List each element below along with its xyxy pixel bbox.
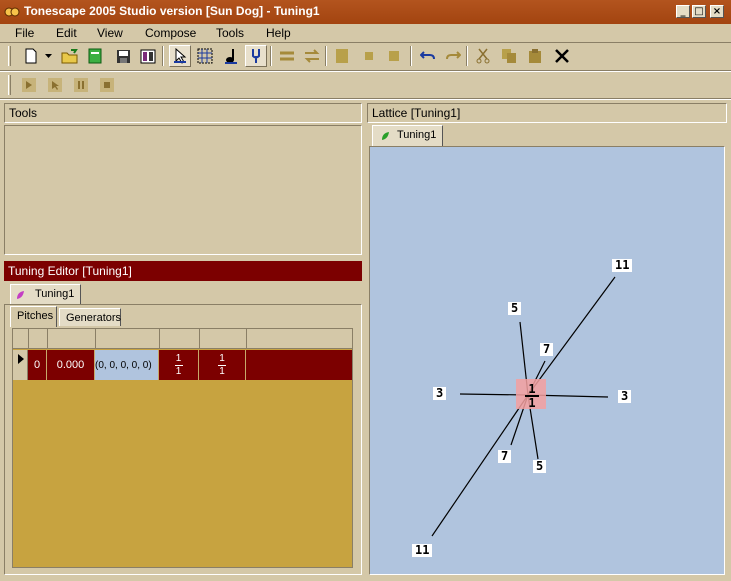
copy-icon[interactable]	[498, 45, 520, 67]
toolbar-separator	[162, 46, 164, 66]
menu-edit[interactable]: Edit	[56, 26, 77, 40]
properties-icon[interactable]	[137, 45, 159, 67]
lattice-node-11-up[interactable]: 11	[612, 259, 633, 272]
note-icon[interactable]	[220, 45, 242, 67]
undo-icon[interactable]	[417, 45, 439, 67]
menu-compose[interactable]: Compose	[145, 26, 196, 40]
redo-icon[interactable]	[442, 45, 464, 67]
lattice-node-3-right[interactable]: 3	[618, 390, 632, 403]
delete-icon[interactable]	[551, 45, 573, 67]
menu-tools[interactable]: Tools	[216, 26, 244, 40]
toolbar-grip[interactable]	[8, 46, 11, 66]
align-icon[interactable]	[276, 45, 298, 67]
menu-view[interactable]: View	[97, 26, 123, 40]
pitch-ratio[interactable]: 11	[159, 350, 199, 380]
menu-file[interactable]: File	[15, 26, 34, 40]
dropdown-arrow-icon[interactable]	[42, 45, 54, 67]
tuning-leaf-icon	[15, 290, 25, 303]
ratio-numerator: 1	[175, 352, 182, 364]
tuning-fork-icon[interactable]	[245, 45, 267, 67]
loop-icon[interactable]	[301, 45, 323, 67]
ratio2-numerator: 1	[219, 352, 225, 364]
edge-11-up	[527, 276, 616, 396]
pitch-vector[interactable]: (0, 0, 0, 0, 0)	[95, 350, 159, 380]
grid-select-icon[interactable]	[194, 45, 216, 67]
tuning-editor-header: Tuning Editor [Tuning1]	[4, 261, 362, 281]
stop-icon[interactable]	[96, 74, 118, 96]
row-pointer-icon	[18, 354, 24, 364]
tab-generators[interactable]: Generators	[59, 308, 121, 326]
table-row[interactable]: 0 0.000 (0, 0, 0, 0, 0) 11 11	[28, 350, 352, 380]
pitch-grid[interactable]: 0 0.000 (0, 0, 0, 0, 0) 11 11	[12, 328, 353, 568]
lattice-node-5-up[interactable]: 5	[508, 302, 522, 315]
play-from-cursor-icon[interactable]	[44, 74, 66, 96]
lattice-panel-header: Lattice [Tuning1]	[367, 103, 727, 123]
ratio2-denominator: 1	[219, 365, 225, 377]
pitch-index[interactable]: 0	[28, 350, 47, 380]
center-denominator: 1	[528, 396, 536, 410]
lattice-graph[interactable]	[370, 147, 724, 574]
toolbar-separator	[466, 46, 468, 66]
menu-help[interactable]: Help	[266, 26, 291, 40]
tools-panel-header: Tools	[4, 103, 362, 123]
open-icon[interactable]	[59, 45, 81, 67]
row-selector[interactable]	[13, 350, 28, 380]
pitch-ratio-reduced[interactable]: 11	[199, 350, 246, 380]
transport-toolbar-grip[interactable]	[8, 75, 11, 95]
window-title: Tonescape 2005 Studio version [Sun Dog] …	[24, 4, 320, 18]
toolbar-separator	[410, 46, 412, 66]
lattice-node-7-down[interactable]: 7	[498, 450, 512, 463]
app-logo-icon	[4, 5, 20, 19]
edge-11-down	[431, 394, 529, 537]
maximize-button[interactable]: □	[692, 5, 706, 18]
minimize-button[interactable]: _	[676, 5, 690, 18]
pause-icon[interactable]	[70, 74, 92, 96]
center-node-label[interactable]: 1 1	[518, 382, 546, 410]
lattice-node-7-up[interactable]: 7	[540, 343, 554, 356]
pointer-icon[interactable]	[169, 45, 191, 67]
cut-icon[interactable]	[472, 45, 494, 67]
small-block-icon[interactable]	[358, 45, 380, 67]
new-icon[interactable]	[20, 45, 42, 67]
ratio-denominator: 1	[175, 365, 182, 377]
toolbar-separator	[325, 46, 327, 66]
title-bar[interactable]: Tonescape 2005 Studio version [Sun Dog] …	[0, 0, 731, 24]
toolbar-separator	[270, 46, 272, 66]
grid-header-row	[13, 329, 352, 349]
import-icon[interactable]	[84, 45, 106, 67]
block-icon[interactable]	[331, 45, 353, 67]
close-button[interactable]: ×	[710, 5, 724, 18]
lattice-node-3-left[interactable]: 3	[433, 387, 447, 400]
paste-icon[interactable]	[524, 45, 546, 67]
center-numerator: 1	[528, 382, 536, 396]
lattice-leaf-icon	[380, 131, 390, 144]
lattice-node-11-down[interactable]: 11	[412, 544, 433, 557]
tab-pitches[interactable]: Pitches	[10, 306, 57, 327]
save-icon[interactable]	[112, 45, 134, 67]
play-icon[interactable]	[18, 74, 40, 96]
menu-bar: File Edit View Compose Tools Help	[0, 24, 731, 42]
lattice-view[interactable]: 1 1 11 5 7 3 3 7 5 11	[369, 146, 725, 575]
pitch-cents[interactable]: 0.000	[47, 350, 95, 380]
lattice-node-5-down[interactable]: 5	[533, 460, 547, 473]
tools-panel	[4, 125, 362, 255]
small-block2-icon[interactable]	[383, 45, 405, 67]
